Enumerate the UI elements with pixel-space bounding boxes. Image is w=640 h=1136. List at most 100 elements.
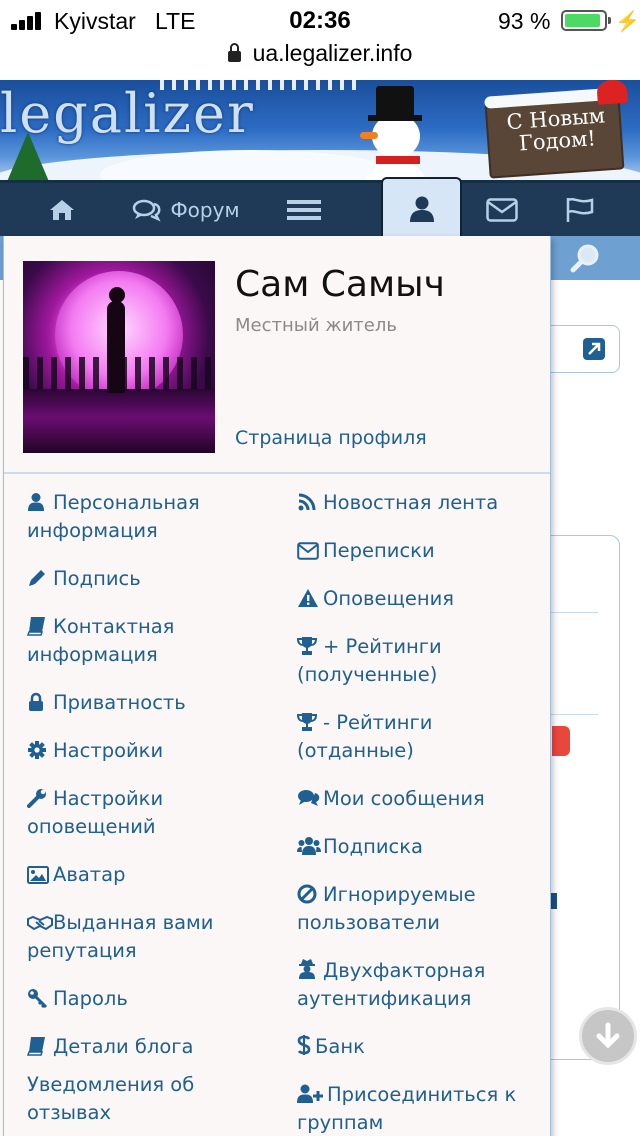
menu-alerts-label: Оповещения (323, 587, 455, 610)
flag-icon (566, 197, 594, 222)
battery-percent: 93 % (498, 8, 551, 34)
menu-contact-info[interactable]: Контактная информация (27, 613, 277, 669)
menu-avatar[interactable]: Аватар (27, 861, 277, 889)
nav-forum[interactable]: Форум (130, 183, 242, 236)
charging-bolt-icon: ⚡ (615, 11, 640, 33)
menu-given-reputation[interactable]: Выданная вами репутация (27, 909, 277, 965)
wrench-icon (27, 789, 46, 808)
menu-ratings-received[interactable]: + Рейтинги (полученные) (297, 633, 547, 689)
forum-icon (133, 199, 162, 221)
menu-bank[interactable]: Банк (297, 1033, 547, 1061)
user-icon (409, 196, 434, 222)
menu-ratings-given[interactable]: - Рейтинги (отданные) (297, 709, 547, 765)
menu-ignored-users-label: Игнорируемые пользователи (297, 883, 476, 934)
pencil-icon (29, 570, 45, 586)
account-dropdown: Сам Самыч Местный житель Страница профил… (3, 236, 551, 1136)
menu-password-label: Пароль (53, 987, 128, 1010)
user-plus-icon (297, 1084, 323, 1103)
menu-blog-details[interactable]: Детали блога (27, 1033, 277, 1061)
search-icon (570, 244, 599, 273)
address-bar[interactable]: ua.legalizer.info (0, 40, 640, 80)
book-icon (27, 1037, 45, 1056)
menu-review-alerts-label: Уведомления об отзывах (27, 1073, 195, 1124)
menu-subscription[interactable]: Подписка (297, 833, 547, 861)
menu-password[interactable]: Пароль (27, 985, 277, 1013)
new-year-sign: С Новым Годом! (484, 80, 628, 179)
menu-signature[interactable]: Подпись (27, 565, 277, 593)
menu-my-posts[interactable]: Мои сообщения (297, 785, 547, 813)
image-icon (27, 866, 49, 884)
profile-header: Сам Самыч Местный житель Страница профил… (4, 236, 550, 474)
menu-signature-label: Подпись (53, 567, 141, 590)
menu-icon (287, 199, 321, 220)
menu-two-factor-label: Двухфакторная аутентификация (297, 959, 486, 1010)
envelope-icon (486, 197, 518, 222)
menu-bank-label: Банк (315, 1035, 365, 1058)
menu-join-groups-label: Присоединиться к группам (297, 1083, 517, 1134)
menu-given-reputation-label: Выданная вами репутация (27, 911, 214, 962)
menu-settings[interactable]: Настройки (27, 737, 277, 765)
user-icon (28, 493, 44, 511)
home-icon (50, 199, 74, 220)
menu-personal-info[interactable]: Персональная информация (27, 489, 277, 545)
new-year-sign-text: С Новым Годом! (505, 103, 606, 156)
nav-home[interactable] (42, 183, 82, 236)
rss-icon (298, 493, 316, 511)
christmas-tree-icon (6, 132, 50, 184)
menu-ignored-users[interactable]: Игнорируемые пользователи (297, 881, 547, 937)
dollar-icon (297, 1035, 311, 1055)
menu-privacy[interactable]: Приватность (27, 689, 277, 717)
menu-news-feed[interactable]: Новостная лента (297, 489, 547, 517)
menu-conversations[interactable]: Переписки (297, 537, 547, 565)
comments-icon (298, 790, 320, 806)
nav-menu[interactable] (284, 183, 324, 236)
gear-icon (28, 741, 46, 759)
profile-user-title: Местный житель (235, 315, 397, 336)
menu-subscription-label: Подписка (323, 835, 423, 858)
avatar[interactable] (23, 261, 215, 453)
warning-icon (298, 589, 318, 607)
trophy-icon (297, 637, 317, 655)
nav-messages[interactable] (482, 183, 522, 236)
search-button[interactable] (560, 238, 612, 278)
notification-badge (552, 726, 570, 756)
menu-avatar-label: Аватар (53, 863, 126, 886)
trophy-icon (297, 713, 317, 731)
menu-review-alerts[interactable]: Уведомления об отзывах (27, 1071, 227, 1127)
menu-personal-info-label: Персональная информация (27, 491, 200, 542)
menu-alerts[interactable]: Оповещения (297, 585, 547, 613)
profile-name[interactable]: Сам Самыч (235, 264, 445, 305)
menu-news-feed-label: Новостная лента (323, 491, 499, 514)
ios-status-bar: Kyivstar LTE 02:36 93 % ⚡ (0, 0, 640, 40)
users-icon (297, 837, 321, 855)
battery-level-fill (565, 14, 601, 27)
menu-blog-details-label: Детали блога (53, 1035, 194, 1058)
ban-icon (297, 884, 317, 904)
menu-conversations-label: Переписки (323, 539, 435, 562)
key-icon (28, 989, 48, 1008)
snowman-icon (350, 82, 440, 190)
menu-settings-label: Настройки (53, 739, 164, 762)
nav-forum-label: Форум (170, 197, 240, 222)
lock-icon (227, 43, 241, 62)
scroll-down-button[interactable] (579, 1007, 637, 1065)
background-text-fragment (551, 893, 557, 909)
main-nav: Форум (0, 177, 640, 239)
nav-account[interactable] (381, 177, 462, 239)
menu-join-groups[interactable]: Присоединиться к группам (297, 1081, 547, 1136)
handshake-icon (27, 915, 53, 931)
battery-icon (561, 10, 611, 31)
url-text: ua.legalizer.info (252, 40, 413, 66)
book-icon (27, 617, 45, 636)
nav-alerts[interactable] (560, 183, 600, 236)
user-secret-icon (299, 959, 315, 979)
external-link-icon[interactable] (582, 337, 606, 361)
lock-icon (29, 692, 43, 711)
arrow-down-icon (596, 1022, 620, 1049)
site-banner: legalizer С Новым Годом! (0, 80, 640, 190)
menu-my-posts-label: Мои сообщения (323, 787, 485, 810)
menu-alert-settings[interactable]: Настройки оповещений (27, 785, 277, 841)
profile-page-link[interactable]: Страница профиля (235, 427, 427, 449)
menu-privacy-label: Приватность (53, 691, 186, 714)
menu-two-factor[interactable]: Двухфакторная аутентификация (297, 957, 547, 1013)
